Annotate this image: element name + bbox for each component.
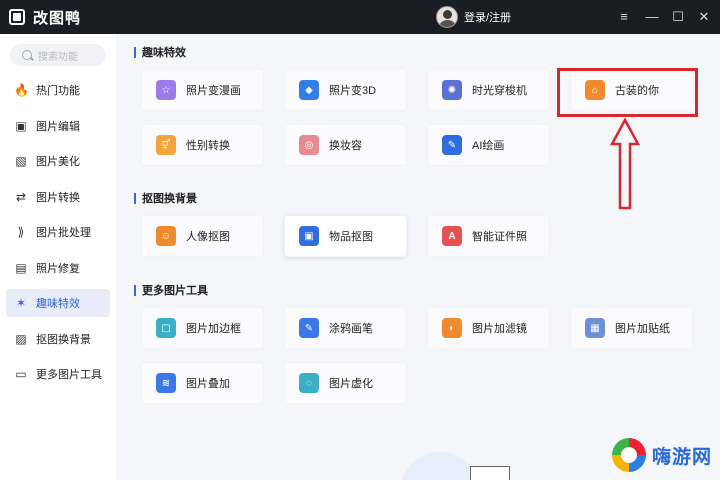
tool-card-label: 性别转换 [186,140,230,152]
tool-card[interactable]: ◆ 照片变3D [284,69,407,111]
sidebar-item-label: 更多图片工具 [36,369,102,381]
tool-card[interactable]: ☺ 人像抠图 [141,215,264,257]
decorative-illustration-frame [470,466,510,480]
decorative-illustration [400,452,480,480]
frame-icon: ▢ [156,318,176,338]
gender-icon: ⚥ [156,135,176,155]
batch-icon: ⟫ [17,225,25,239]
sidebar-item-label: 趣味特效 [36,298,80,310]
sidebar-item[interactable]: ▣ 图片编辑 [6,112,110,140]
tool-card-label: 人像抠图 [186,231,230,243]
tool-card[interactable]: ✎ AI绘画 [427,124,550,166]
login-label[interactable]: 登录/注册 [464,9,511,25]
watermark-logo-icon [612,438,646,472]
palette-icon: ✎ [442,135,462,155]
tool-card-label: 照片变3D [329,85,377,97]
tool-card-label: 换妆容 [329,140,362,152]
sidebar: 搜索功能 🔥 热门功能 ▣ 图片编辑 ▧ 图片美化 ⇄ 图片转换 ⟫ 图片批处理 ▤ 照片修复 ✶ 趣味特… [0,34,116,480]
cartoon-icon: ☆ [156,80,176,100]
tool-card-label: 物品抠图 [329,231,373,243]
tool-card[interactable]: ✎ 涂鸦画笔 [284,307,407,349]
sidebar-item-label: 热门功能 [36,85,80,97]
sidebar-item[interactable]: ▧ 图片美化 [6,147,110,175]
photo-repair-icon: ▤ [15,260,27,275]
filter-icon: ◐ [442,318,462,338]
tool-card[interactable]: ✺ 时光穿梭机 [427,69,550,111]
image-convert-icon: ⇄ [15,189,27,204]
sidebar-item-label: 照片修复 [36,262,80,275]
tool-card[interactable]: ⚥ 性别转换 [141,124,264,166]
magic-wand-icon: ✶ [15,296,27,310]
section-title: 趣味特效 [134,44,186,60]
tool-card-label: 图片加滤镜 [472,323,527,335]
tool-card[interactable]: ☆ 照片变漫画 [141,69,264,111]
tool-card-label: 时光穿梭机 [472,85,527,97]
tool-card-label: AI绘画 [472,140,505,152]
cutout-icon: ▨ [15,331,27,346]
tool-card-label: 智能证件照 [472,231,527,243]
highlight-box [557,68,698,117]
section-title: 更多图片工具 [134,282,208,298]
tool-card-label: 图片加边框 [186,323,241,335]
tool-card[interactable]: ◎ 换妆容 [284,124,407,166]
avatar[interactable] [436,6,458,28]
tool-card-label: 涂鸦画笔 [329,323,373,335]
tool-card[interactable]: ≋ 图片叠加 [141,362,264,404]
sidebar-item[interactable]: ▤ 照片修复 [6,254,110,282]
sidebar-item[interactable]: ⟫ 图片批处理 [6,218,110,246]
search-icon [22,50,32,60]
tool-card[interactable]: A 智能证件照 [427,215,550,257]
tool-card-label: 图片虚化 [329,378,373,390]
portrait-cutout-icon: ☺ [156,226,176,246]
makeup-icon: ◎ [299,135,319,155]
sidebar-item-label: 图片转换 [36,191,80,204]
sidebar-item[interactable]: ⇄ 图片转换 [6,183,110,211]
sidebar-item-label: 抠图换背景 [36,333,91,346]
image-beautify-icon: ▧ [15,154,27,168]
watermark: 嗨游网 [612,438,712,472]
brush-icon: ✎ [299,318,319,338]
sidebar-item-label: 图片美化 [36,156,80,168]
tool-card-label: 照片变漫画 [186,85,241,97]
app-logo-icon [9,9,25,25]
sticker-icon: ▦ [585,318,605,338]
layers-icon: ≋ [156,373,176,393]
flame-icon: 🔥 [14,83,29,97]
tool-card[interactable]: ▦ 图片加贴纸 [570,307,693,349]
search-input[interactable]: 搜索功能 [10,44,106,66]
title-bar: 改图鸭 登录/注册 ≡ — ☐ ✕ [0,0,720,34]
section-title: 抠图换背景 [134,190,197,206]
sidebar-item[interactable]: ✶ 趣味特效 [6,289,110,317]
tool-card[interactable]: ◌ 图片虚化 [284,362,407,404]
tool-card[interactable]: ▢ 图片加边框 [141,307,264,349]
sidebar-item-label: 图片批处理 [36,227,91,239]
tool-card[interactable]: ▣ 物品抠图 [284,215,407,257]
search-placeholder[interactable]: 搜索功能 [38,48,78,63]
up-arrow-icon [610,118,640,210]
tool-card[interactable]: ◐ 图片加滤镜 [427,307,550,349]
tool-card-label: 图片加贴纸 [615,323,670,335]
menu-icon[interactable]: ≡ [615,8,633,26]
app-title: 改图鸭 [33,9,82,27]
close-icon[interactable]: ✕ [695,8,713,26]
object-cutout-icon: ▣ [299,226,319,246]
sidebar-item[interactable]: ▭ 更多图片工具 [6,360,110,388]
minimize-icon[interactable]: — [643,8,661,26]
image-edit-icon: ▣ [15,118,27,133]
blur-icon: ◌ [299,373,319,393]
tool-card-label: 图片叠加 [186,378,230,390]
ufo-icon: ✺ [442,80,462,100]
login-button[interactable]: 登录/注册 [436,5,511,29]
sidebar-item[interactable]: ▨ 抠图换背景 [6,325,110,353]
sidebar-item-label: 图片编辑 [36,120,80,133]
watermark-text: 嗨游网 [652,446,713,468]
toolbox-icon: ▭ [15,367,27,381]
cube-3d-icon: ◆ [299,80,319,100]
maximize-icon[interactable]: ☐ [669,8,687,26]
sidebar-item[interactable]: 🔥 热门功能 [6,76,110,104]
id-photo-icon: A [442,226,462,246]
